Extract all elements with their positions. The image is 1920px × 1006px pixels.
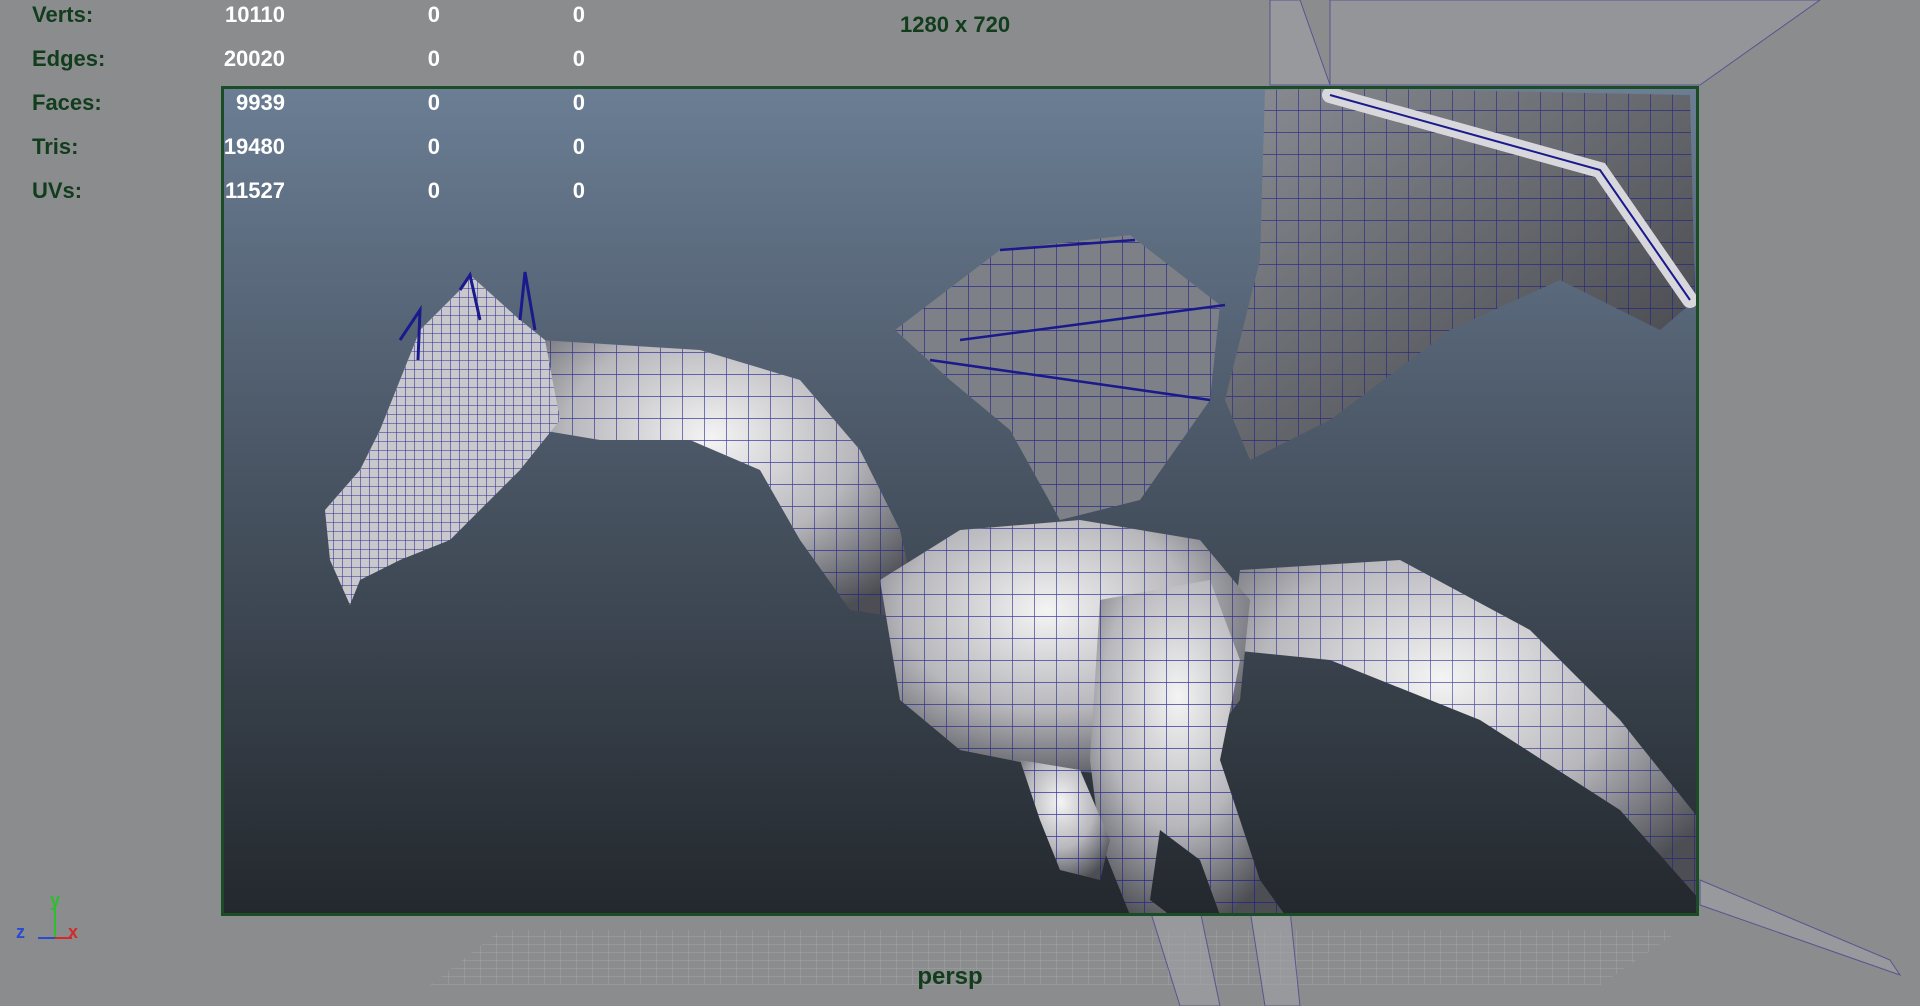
hud-uvs-third: 0	[572, 178, 585, 203]
hud-verts-third: 0	[572, 2, 585, 27]
resolution-gate-label: 1280 x 720	[900, 12, 1011, 37]
hud-uvs-label: UVs:	[32, 178, 83, 203]
hud-edges-value: 20020	[223, 46, 285, 71]
hud-uvs-selected: 0	[427, 178, 440, 203]
hud-faces-selected: 0	[427, 90, 440, 115]
camera-name-label: persp	[917, 963, 983, 990]
hud-edges-selected: 0	[427, 46, 440, 71]
hud-faces-third: 0	[572, 90, 585, 115]
hud-uvs-value: 11527	[225, 178, 285, 203]
maya-perspective-viewport[interactable]: Verts: 10110 0 0 Edges: 20020 0 0 Faces:…	[0, 0, 1920, 1006]
hud-edges-label: Edges:	[32, 46, 106, 71]
hud-verts-selected: 0	[427, 2, 440, 27]
hud-edges-third: 0	[572, 46, 585, 71]
axis-z-label: z	[16, 922, 25, 942]
poly-count-hud: Verts: 10110 0 0 Edges: 20020 0 0 Faces:…	[0, 0, 620, 210]
hud-faces-value: 9939	[236, 90, 285, 115]
hud-faces-label: Faces:	[32, 90, 102, 115]
hud-verts-value: 10110	[225, 2, 285, 27]
axis-gizmo-icon: y x z	[10, 890, 80, 950]
ground-grid	[430, 930, 1680, 985]
hud-tris-label: Tris:	[32, 134, 79, 159]
axis-y-label: y	[50, 890, 61, 910]
hud-verts-label: Verts:	[32, 2, 94, 27]
axis-x-label: x	[68, 922, 79, 942]
hud-tris-value: 19480	[223, 134, 285, 159]
hud-tris-selected: 0	[427, 134, 440, 159]
hud-tris-third: 0	[572, 134, 585, 159]
